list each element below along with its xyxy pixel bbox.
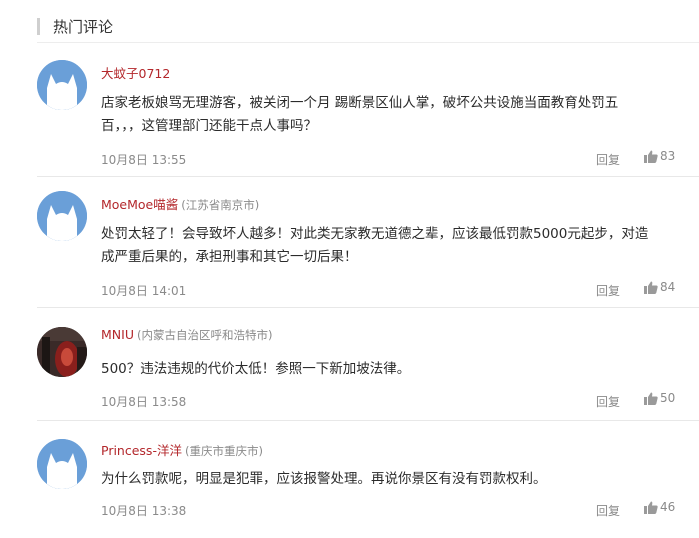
comment-text-line: 成严重后果的，承担刑事和其它一切后果！: [101, 249, 358, 265]
comment-text-line: 500？违法违规的代价太低！参照一下新加坡法律。: [101, 361, 411, 377]
like-button[interactable]: 83: [644, 149, 675, 163]
comment-meta: MoeMoe喵酱 (江苏省南京市): [101, 194, 259, 213]
user-location: (江苏省南京市): [181, 198, 260, 212]
username-link[interactable]: 大蚊子0712: [101, 66, 170, 81]
comment-text-line: 处罚太轻了！会导致坏人越多！对此类无家教无道德之辈，应该最低罚款5000元起步，…: [101, 226, 649, 242]
like-button[interactable]: 84: [644, 280, 675, 294]
default-user-avatar-icon[interactable]: [37, 191, 87, 241]
header-divider: [37, 42, 699, 43]
comment-text: 500？违法违规的代价太低！参照一下新加坡法律。: [101, 358, 661, 381]
comment-text-line: 店家老板娘骂无理游客，被关闭一个月 踢断景区仙人掌，破坏公共设施当面教育处罚五: [101, 95, 619, 111]
user-location: (内蒙古自治区呼和浩特市): [136, 328, 273, 342]
comment-meta: MNIU (内蒙古自治区呼和浩特市): [101, 327, 272, 343]
comment-meta: 大蚊子0712: [101, 63, 173, 82]
comment-text-line: 为什么罚款呢，明显是犯罪，应该报警处理。再说你景区有没有罚款权利。: [101, 471, 547, 487]
like-button[interactable]: 46: [644, 500, 675, 514]
default-user-avatar-icon[interactable]: [37, 60, 87, 110]
like-count: 84: [660, 280, 676, 294]
comment-text: 店家老板娘骂无理游客，被关闭一个月 踢断景区仙人掌，破坏公共设施当面教育处罚五 …: [101, 92, 661, 138]
like-count: 83: [660, 149, 676, 163]
comment-text-line: 百，，，这管理部门还能干点人事吗？: [101, 118, 317, 134]
thumbs-up-icon: [644, 501, 658, 514]
comment-time: 10月8日 13:58: [101, 395, 187, 409]
header-accent-bar: [37, 17, 40, 35]
like-count: 50: [660, 391, 676, 405]
hot-comments-header: 热门评论: [37, 14, 113, 38]
comment-item: MoeMoe喵酱 (江苏省南京市) 处罚太轻了！会导致坏人越多！对此类无家教无道德…: [0, 178, 699, 308]
comment-meta: Princess-洋洋 (重庆市重庆市): [101, 440, 263, 459]
default-user-avatar-icon[interactable]: [37, 439, 87, 489]
username-link[interactable]: Princess-洋洋: [101, 443, 182, 458]
reply-button[interactable]: 回复: [596, 502, 620, 519]
comment-divider: [37, 307, 699, 308]
username-link[interactable]: MNIU: [101, 327, 134, 342]
section-title: 热门评论: [53, 17, 114, 36]
comment-item: MNIU (内蒙古自治区呼和浩特市) 500？违法违规的代价太低！参照一下新加坡法…: [0, 311, 699, 421]
thumbs-up-icon: [644, 281, 658, 294]
comment-item: Princess-洋洋 (重庆市重庆市) 为什么罚款呢，明显是犯罪，应该报警处理。…: [0, 421, 699, 538]
reply-button[interactable]: 回复: [596, 393, 620, 410]
reply-button[interactable]: 回复: [596, 151, 620, 168]
thumbs-up-icon: [644, 150, 658, 163]
comment-text: 处罚太轻了！会导致坏人越多！对此类无家教无道德之辈，应该最低罚款5000元起步，…: [101, 223, 661, 269]
comment-item: 大蚊子0712 店家老板娘骂无理游客，被关闭一个月 踢断景区仙人掌，破坏公共设施…: [0, 47, 699, 177]
comment-time: 10月8日 14:01: [101, 284, 187, 298]
reply-button[interactable]: 回复: [596, 282, 620, 299]
username-link[interactable]: MoeMoe喵酱: [101, 197, 178, 212]
user-location: (重庆市重庆市): [184, 444, 263, 458]
comment-time: 10月8日 13:38: [101, 504, 187, 518]
comment-time: 10月8日 13:55: [101, 153, 187, 167]
thumbs-up-icon: [644, 392, 658, 405]
like-count: 46: [660, 500, 676, 514]
comment-text: 为什么罚款呢，明显是犯罪，应该报警处理。再说你景区有没有罚款权利。: [101, 468, 661, 491]
photo-avatar-icon[interactable]: [37, 327, 87, 377]
comment-divider: [37, 176, 699, 177]
like-button[interactable]: 50: [644, 391, 675, 405]
